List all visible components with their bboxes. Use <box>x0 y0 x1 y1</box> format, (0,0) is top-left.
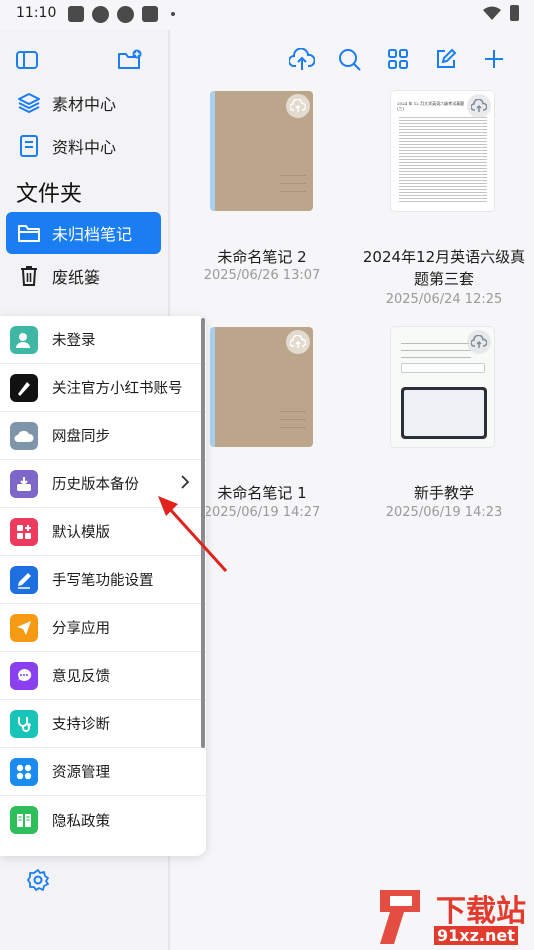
menu-item-default-template[interactable]: 默认模版 <box>0 508 206 556</box>
menu-item-label: 默认模版 <box>52 525 110 541</box>
sidebar-item-unfiled-notes[interactable]: 未归档笔记 <box>6 212 161 254</box>
sidebar-item-label: 资料中心 <box>52 138 117 157</box>
cloud-sync-icon <box>286 94 310 118</box>
note-date: 2025/06/24 12:25 <box>385 292 503 307</box>
stethoscope-icon <box>10 709 38 738</box>
menu-item-label: 隐私政策 <box>52 813 110 830</box>
menu-item-label: 未登录 <box>52 333 96 349</box>
cloud-sync-icon <box>467 94 491 118</box>
note-cover[interactable] <box>210 327 313 447</box>
menu-item-label: 手写笔功能设置 <box>52 573 154 589</box>
pen-nib-icon <box>10 373 38 402</box>
sidebar-item-label: 未归档笔记 <box>52 225 133 244</box>
gear-icon[interactable] <box>26 868 50 896</box>
template-icon <box>10 517 38 546</box>
menu-item-label: 网盘同步 <box>52 429 110 445</box>
menu-item-feedback[interactable]: 意见反馈 <box>0 652 206 700</box>
watermark-title: 下载站 <box>436 894 526 929</box>
menu-scrollbar[interactable] <box>201 318 205 748</box>
cloud-sync-icon <box>286 330 310 354</box>
watermark-logo: 下载站 91xz.net <box>376 886 532 950</box>
note-title: 新手教学 <box>413 484 474 502</box>
search-icon[interactable] <box>338 48 362 76</box>
settings-menu: 未登录 关注官方小红书账号 网盘同步 历史版本备份 默认模版 手写笔功能设置 分… <box>0 316 206 856</box>
menu-item-history-backup[interactable]: 历史版本备份 <box>0 460 206 508</box>
notification-icon <box>92 6 109 23</box>
note-title: 2024年12月英语六级真题第三套 <box>362 248 526 288</box>
folder-section-title: 文件夹 <box>16 182 83 207</box>
note-cover[interactable] <box>210 91 313 211</box>
wifi-icon <box>483 6 501 20</box>
menu-item-cloud-sync[interactable]: 网盘同步 <box>0 412 206 460</box>
trash-icon <box>12 265 46 287</box>
sidebar-item-materials[interactable]: 素材中心 <box>6 82 161 124</box>
status-time: 11:10 <box>16 5 57 21</box>
layers-icon <box>12 92 46 114</box>
notification-icon <box>68 6 84 22</box>
sidebar-item-label: 废纸篓 <box>52 268 101 287</box>
watermark-site: 91xz.net <box>434 926 518 945</box>
note-date: 2025/06/26 13:07 <box>203 268 321 283</box>
menu-item-share-app[interactable]: 分享应用 <box>0 604 206 652</box>
menu-item-label: 历史版本备份 <box>52 477 139 493</box>
new-folder-icon[interactable] <box>116 48 144 72</box>
share-icon <box>10 613 38 642</box>
note-cover[interactable]: 2024 年 12 月大学英语六级考试真题 (三) <box>391 91 494 211</box>
privacy-book-icon <box>10 806 38 834</box>
sidebar-item-label: 素材中心 <box>52 95 117 114</box>
grid-view-icon[interactable] <box>387 48 409 74</box>
user-icon <box>10 325 38 354</box>
cover-heading: 2024 年 12 月大学英语六级考试真题 (三) <box>397 101 465 111</box>
edit-icon[interactable] <box>435 48 457 74</box>
sidebar-item-trash[interactable]: 废纸篓 <box>6 255 161 297</box>
menu-item-resources[interactable]: 资源管理 <box>0 748 206 796</box>
menu-item-label: 支持诊断 <box>52 717 110 733</box>
cloud-sync-icon <box>10 421 38 450</box>
folder-icon <box>12 223 46 243</box>
resources-icon <box>10 757 38 786</box>
stylus-icon <box>10 565 38 594</box>
document-icon <box>12 134 46 158</box>
notification-icon <box>117 6 134 23</box>
battery-icon <box>510 5 519 21</box>
notification-icon <box>142 6 158 22</box>
backup-icon <box>10 469 38 498</box>
plus-icon[interactable] <box>483 48 505 74</box>
menu-item-label: 资源管理 <box>52 765 110 781</box>
menu-item-login[interactable]: 未登录 <box>0 316 206 364</box>
note-title: 未命名笔记 2 <box>217 248 307 266</box>
menu-item-label: 分享应用 <box>52 621 110 637</box>
cloud-sync-icon <box>467 330 491 354</box>
note-cover[interactable] <box>391 327 494 447</box>
menu-item-label: 关注官方小红书账号 <box>52 381 183 397</box>
sidebar-toggle-icon[interactable] <box>14 50 40 70</box>
more-notifications-icon <box>171 12 175 16</box>
menu-item-follow-xiaohongshu[interactable]: 关注官方小红书账号 <box>0 364 206 412</box>
menu-item-privacy-policy[interactable]: 隐私政策 <box>0 796 206 844</box>
chevron-right-icon <box>181 475 190 489</box>
sidebar-item-documents[interactable]: 资料中心 <box>6 125 161 167</box>
menu-item-diagnostics[interactable]: 支持诊断 <box>0 700 206 748</box>
feedback-icon <box>10 661 38 690</box>
menu-item-stylus-settings[interactable]: 手写笔功能设置 <box>0 556 206 604</box>
status-bar: 11:10 <box>0 0 534 30</box>
cloud-upload-icon[interactable] <box>288 47 316 76</box>
menu-item-label: 意见反馈 <box>52 669 110 685</box>
note-date: 2025/06/19 14:23 <box>385 505 503 520</box>
